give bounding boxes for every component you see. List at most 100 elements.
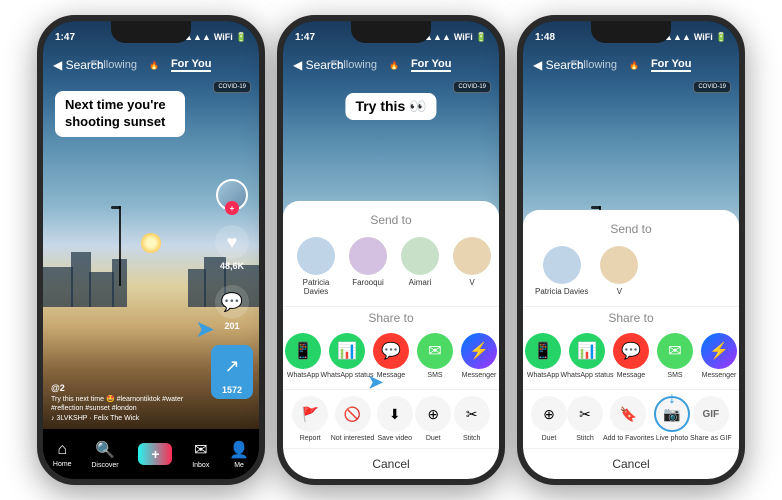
- phone-2: 1:47 ▲▲▲ WiFi 🔋 ◀ Search Following 🔥 For…: [277, 15, 505, 485]
- action-favorites-label-3: Add to Favorites: [603, 435, 654, 442]
- action-stitch-3[interactable]: ✂ Stitch: [567, 396, 603, 442]
- status-time-3: 1:48: [535, 32, 555, 43]
- nav-discover-1[interactable]: 🔍 Discover: [91, 440, 118, 469]
- actions-row-2: 🚩 Report 🚫 Not interested ⬇ Save video ⊕…: [283, 389, 499, 448]
- add-icon-1: +: [138, 443, 172, 465]
- action-favorites-3[interactable]: 🔖 Add to Favorites: [603, 396, 654, 442]
- search-icon-3[interactable]: ◀ Search: [533, 58, 584, 72]
- tab-foryou-1[interactable]: For You: [171, 58, 212, 72]
- nav-add-1[interactable]: +: [138, 443, 172, 465]
- app-messenger-3[interactable]: ⚡ Messenger: [701, 333, 737, 379]
- app-whatsapp-2[interactable]: 📱 WhatsApp: [285, 333, 321, 379]
- search-icon-2[interactable]: ◀ Search: [293, 58, 344, 72]
- phone-1: 1:47 ▲▲▲ WiFi 🔋 ◀ Search Following 🔥 For…: [37, 15, 265, 485]
- app-messenger-2[interactable]: ⚡ Messenger: [461, 333, 497, 379]
- me-icon-1: 👤: [229, 440, 249, 460]
- contact-aimari-2[interactable]: Aimari: [399, 237, 441, 296]
- tabs-2: Following 🔥 For You: [331, 58, 452, 72]
- search-icon-1[interactable]: ◀ Search: [53, 58, 104, 72]
- action-duet-label-3: Duet: [542, 435, 557, 442]
- action-live-photo-3[interactable]: 📷 ↓ Live photo: [654, 396, 690, 442]
- plus-badge-1: +: [225, 201, 239, 215]
- heart-icon-1: ♥: [215, 225, 249, 259]
- tiktok-header-2: ◀ Search Following 🔥 For You COVID-19: [283, 49, 499, 81]
- covid-badge-3: COVID-19: [693, 81, 731, 93]
- app-sms-2[interactable]: ✉ SMS: [417, 333, 453, 379]
- wifi-icon-2: WiFi: [454, 32, 473, 42]
- heart-count-1: 48,6K: [220, 261, 244, 271]
- report-icon-2: 🚩: [292, 396, 328, 432]
- try-this-overlay-2: Try this 👀: [345, 93, 436, 120]
- action-duet-label-2: Duet: [426, 435, 441, 442]
- nav-inbox-label-1: Inbox: [192, 462, 209, 469]
- comment-btn-1[interactable]: 💬 201: [215, 285, 249, 331]
- action-gif-label-3: Share as GIF: [690, 435, 732, 442]
- action-duet-2[interactable]: ⊕ Duet: [415, 396, 451, 442]
- stitch-icon-2: ✂: [454, 396, 490, 432]
- discover-icon-1: 🔍: [95, 440, 115, 460]
- action-stitch-label-2: Stitch: [463, 435, 481, 442]
- status-icons-1: ▲▲▲ WiFi 🔋: [184, 32, 247, 43]
- heart-btn-1[interactable]: ♥ 48,6K: [215, 225, 249, 271]
- down-arrow-icon-3: ↓: [668, 390, 676, 408]
- cancel-btn-3[interactable]: Cancel: [523, 448, 739, 479]
- nav-inbox-1[interactable]: ✉ Inbox: [192, 440, 209, 469]
- whatsapp-icon-3: 📱: [525, 333, 561, 369]
- action-live-photo-label-3: Live photo: [656, 435, 688, 442]
- nav-me-1[interactable]: 👤 Me: [229, 440, 249, 469]
- action-report-2[interactable]: 🚩 Report: [292, 396, 328, 442]
- gif-icon-3: GIF: [693, 396, 729, 432]
- right-sidebar-1: + ♥ 48,6K 💬 201 ↗ 1572: [211, 179, 253, 399]
- action-not-interested-2[interactable]: 🚫 Not interested: [331, 396, 375, 442]
- tab-foryou-3[interactable]: For You: [651, 58, 692, 72]
- nav-discover-label-1: Discover: [91, 462, 118, 469]
- battery-icon-1: 🔋: [236, 32, 247, 43]
- app-message-3[interactable]: 💬 Message: [613, 333, 649, 379]
- contact-v-3[interactable]: V: [598, 246, 640, 296]
- whatsapp-status-icon-3: 📊: [569, 333, 605, 369]
- divider-3a: [523, 306, 739, 307]
- nav-home-1[interactable]: ⌂ Home: [53, 441, 72, 468]
- sms-icon-3: ✉: [657, 333, 693, 369]
- tab-foryou-2[interactable]: For You: [411, 58, 452, 72]
- contact-v-2[interactable]: V: [451, 237, 493, 296]
- share-btn-1[interactable]: ↗ 1572: [211, 345, 253, 399]
- action-save-label-2: Save video: [377, 435, 412, 442]
- action-report-label-2: Report: [300, 435, 321, 442]
- contact-name-farooqui-2: Farooqui: [352, 278, 384, 287]
- contacts-row-2: Patricia Davies Farooqui Aimari V: [283, 237, 499, 296]
- app-whatsapp-label-3: WhatsApp: [527, 372, 559, 379]
- share-count-1: 1572: [222, 385, 242, 395]
- share-sheet-2: Send to Patricia Davies Farooqui Aimari: [283, 201, 499, 479]
- tabs-1: Following 🔥 For You: [91, 58, 212, 72]
- phone-2-screen: 1:47 ▲▲▲ WiFi 🔋 ◀ Search Following 🔥 For…: [283, 21, 499, 479]
- avatar-container-1[interactable]: +: [216, 179, 248, 211]
- action-save-2[interactable]: ⬇ Save video: [377, 396, 413, 442]
- send-to-title-3: Send to: [523, 222, 739, 236]
- contact-patricia-2[interactable]: Patricia Davies: [295, 237, 337, 296]
- apps-row-2: 📱 WhatsApp 📊 WhatsApp status 💬 Message ✉…: [283, 333, 499, 379]
- app-whatsapp-3[interactable]: 📱 WhatsApp: [525, 333, 561, 379]
- contact-avatar-v-2: [453, 237, 491, 275]
- app-whatsapp-status-2[interactable]: 📊 WhatsApp status: [329, 333, 365, 379]
- status-icons-3: ▲▲▲ WiFi 🔋: [664, 32, 727, 43]
- action-duet-3[interactable]: ⊕ Duet: [531, 396, 567, 442]
- app-sms-label-3: SMS: [667, 372, 682, 379]
- action-stitch-2[interactable]: ✂ Stitch: [454, 396, 490, 442]
- app-whatsapp-status-3[interactable]: 📊 WhatsApp status: [569, 333, 605, 379]
- contact-farooqui-2[interactable]: Farooqui: [347, 237, 389, 296]
- wifi-icon-1: WiFi: [214, 32, 233, 42]
- live-photo-icon-3: 📷 ↓: [654, 396, 690, 432]
- contact-avatar-aimari-2: [401, 237, 439, 275]
- actions-row-3: ⊕ Duet ✂ Stitch 🔖 Add to Favorites 📷: [523, 389, 739, 448]
- app-sms-3[interactable]: ✉ SMS: [657, 333, 693, 379]
- share-to-title-3: Share to: [523, 311, 739, 325]
- cancel-btn-2[interactable]: Cancel: [283, 448, 499, 479]
- action-stitch-label-3: Stitch: [576, 435, 594, 442]
- contact-patricia-3[interactable]: Patricia Davies: [535, 246, 588, 296]
- comment-count-1: 201: [224, 321, 239, 331]
- message-icon-2: 💬: [373, 333, 409, 369]
- contact-name-aimari-2: Aimari: [409, 278, 432, 287]
- wifi-icon-3: WiFi: [694, 32, 713, 42]
- action-gif-3[interactable]: GIF Share as GIF: [690, 396, 732, 442]
